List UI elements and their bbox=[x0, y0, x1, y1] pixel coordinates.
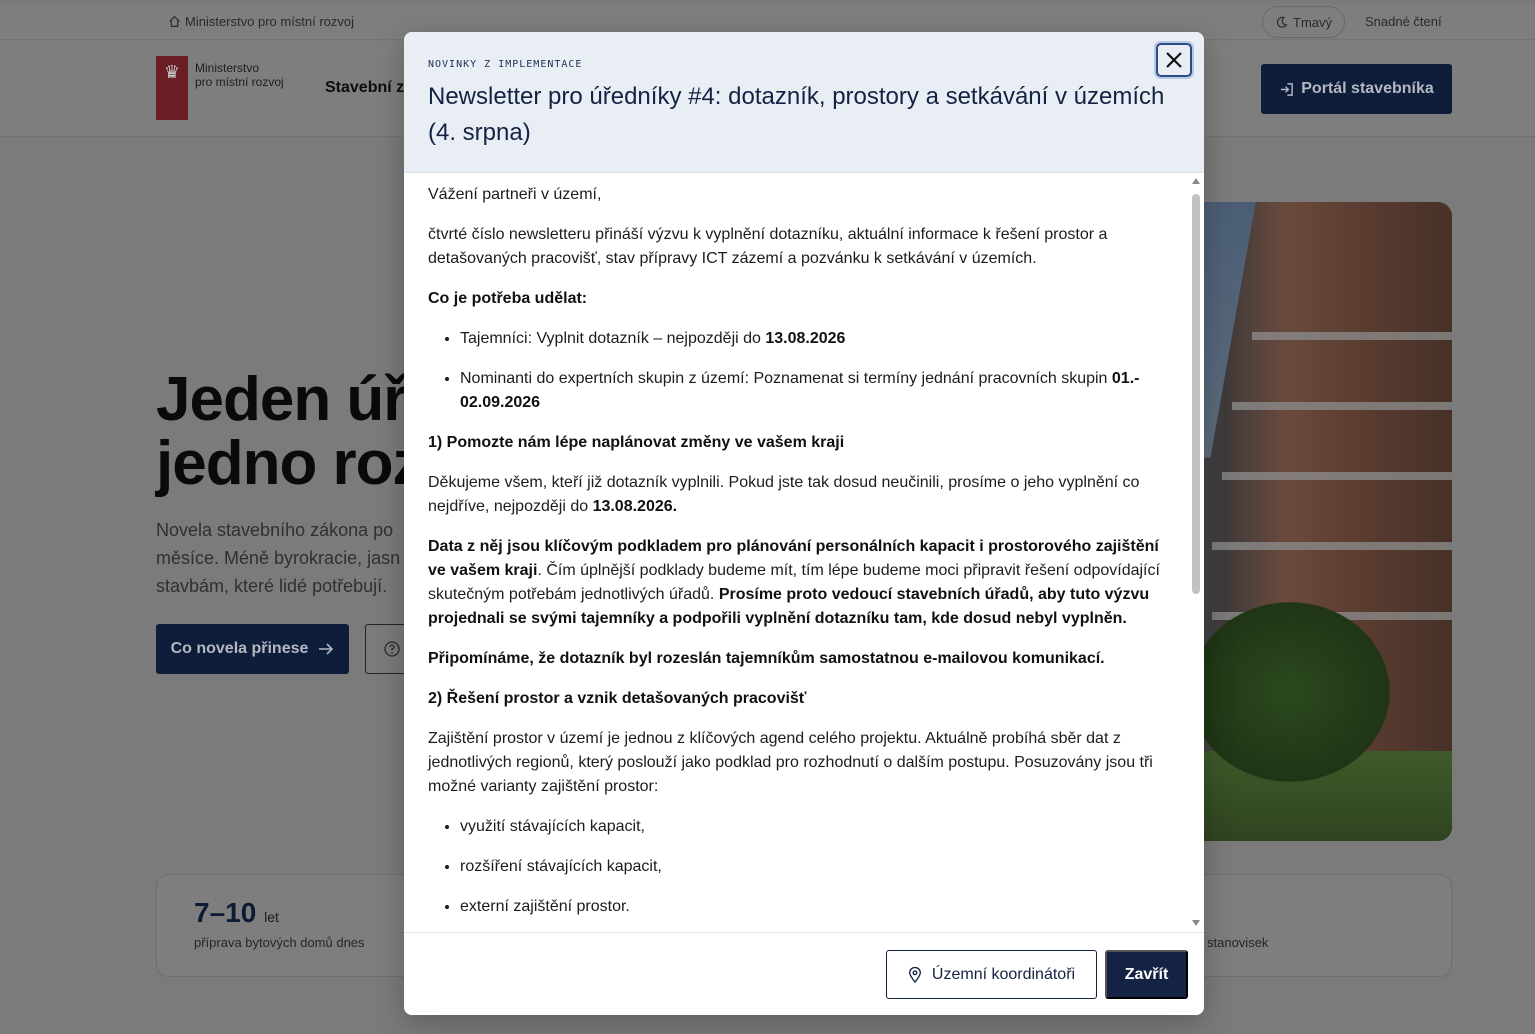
lion-emblem-icon: ♛ bbox=[163, 62, 181, 82]
section1-paragraph3: Připomínáme, že dotazník byl rozeslán ta… bbox=[428, 647, 1168, 671]
greeting: Vážení partneři v území, bbox=[428, 186, 602, 203]
todo2-text: Nominanti do expertních skupin z území: … bbox=[460, 370, 1112, 387]
modal-header: NOVINKY Z IMPLEMENTACE Newsletter pro úř… bbox=[404, 32, 1204, 173]
hero-cta-label: Co novela přinese bbox=[170, 640, 309, 657]
ministry-link-label: Ministerstvo pro místní rozvoj bbox=[185, 14, 355, 29]
moon-icon bbox=[1276, 16, 1288, 28]
section2-heading-text: 2) Řešení prostor a vznik detašovaných p… bbox=[428, 690, 807, 707]
intro-paragraph: čtvrté číslo newsletteru přináší výzvu k… bbox=[428, 226, 1108, 267]
newsletter-modal: NOVINKY Z IMPLEMENTACE Newsletter pro úř… bbox=[404, 32, 1204, 1015]
easy-read-link[interactable]: Snadné čtení bbox=[1365, 14, 1442, 29]
s1-p3-text: Připomínáme, že dotazník byl rozeslán ta… bbox=[428, 650, 1105, 667]
todo-list: Tajemníci: Vyplnit dotazník – nejpozději… bbox=[460, 327, 1168, 415]
section1-heading-text: 1) Pomozte nám lépe naplánovat změny ve … bbox=[428, 434, 845, 451]
newsletter-content: Vážení partneři v území, čtvrté číslo ne… bbox=[428, 183, 1168, 932]
photo-balcony bbox=[1232, 402, 1452, 410]
dark-mode-toggle[interactable]: Tmavý bbox=[1262, 6, 1345, 38]
portal-button-label: Portál stavebníka bbox=[1301, 80, 1434, 97]
photo-balcony bbox=[1222, 472, 1452, 480]
logo-line2: pro místní rozvoj bbox=[195, 75, 284, 89]
logo-text: Ministerstvo pro místní rozvoj bbox=[195, 61, 284, 89]
map-pin-icon bbox=[908, 966, 921, 983]
close-icon bbox=[1166, 52, 1182, 68]
section2-heading: 2) Řešení prostor a vznik detašovaných p… bbox=[428, 687, 1168, 711]
list-item: Tajemníci: Vyplnit dotazník – nejpozději… bbox=[460, 327, 1168, 351]
todo-heading: Co je potřeba udělat: bbox=[428, 287, 1168, 311]
modal-scrollbar[interactable] bbox=[1190, 176, 1202, 928]
stat-number: 7–10 bbox=[194, 897, 257, 928]
arrow-right-icon bbox=[319, 643, 334, 655]
modal-body[interactable]: Vážení partneři v území, čtvrté číslo ne… bbox=[404, 173, 1204, 932]
home-icon bbox=[169, 15, 180, 27]
stat-value: 7–10 let bbox=[194, 897, 279, 929]
photo-balcony bbox=[1252, 332, 1452, 340]
question-icon bbox=[384, 641, 400, 657]
portal-button[interactable]: Portál stavebníka bbox=[1261, 64, 1452, 114]
s1-p1-date: 13.08.2026. bbox=[592, 498, 678, 515]
todo1-text: Tajemníci: Vyplnit dotazník – nejpozději… bbox=[460, 330, 766, 347]
photo-tree bbox=[1190, 602, 1390, 782]
scroll-up-arrow-icon[interactable] bbox=[1192, 178, 1200, 184]
todo-heading-text: Co je potřeba udělat: bbox=[428, 290, 588, 307]
list-item: Nominanti do expertních skupin z území: … bbox=[460, 367, 1168, 415]
list-item: využití stávajících kapacit, bbox=[460, 815, 1168, 839]
coordinators-button[interactable]: Územní koordinátoři bbox=[886, 950, 1097, 999]
modal-footer: Územní koordinátoři Zavřít bbox=[404, 932, 1204, 1015]
todo1-date: 13.08.2026 bbox=[765, 330, 846, 347]
list-item: rozšíření stávajících kapacit, bbox=[460, 855, 1168, 879]
stat-label: příprava bytových domů dnes bbox=[194, 935, 365, 950]
stat-unit: let bbox=[264, 909, 279, 925]
modal-kicker: NOVINKY Z IMPLEMENTACE bbox=[428, 59, 583, 70]
hero-text: Novela stavebního zákona po měsíce. Méně… bbox=[156, 516, 406, 600]
section2-paragraph1: Zajištění prostor v území je jednou z kl… bbox=[428, 730, 1153, 795]
hero-text-line1: Novela stavebního zákona po bbox=[156, 520, 394, 540]
modal-close-button[interactable] bbox=[1156, 43, 1192, 77]
modal-title: Newsletter pro úředníky #4: dotazník, pr… bbox=[428, 83, 1165, 146]
coordinators-button-label: Územní koordinátoři bbox=[931, 965, 1076, 983]
s1-p1-text: Děkujeme všem, kteří již dotazník vyplni… bbox=[428, 474, 1140, 515]
scroll-thumb[interactable] bbox=[1192, 194, 1200, 594]
section1-paragraph2: Data z něj jsou klíčovým podkladem pro p… bbox=[428, 535, 1168, 631]
hero-text-line2: měsíce. Méně byrokracie, jasn bbox=[156, 548, 401, 568]
login-icon bbox=[1281, 82, 1294, 96]
stat-label-right: stanovisek bbox=[1207, 935, 1269, 950]
logo-line1: Ministerstvo bbox=[195, 61, 260, 75]
ministry-home-link[interactable]: Ministerstvo pro místní rozvoj bbox=[168, 14, 354, 29]
hero-cta-button[interactable]: Co novela přinese bbox=[156, 624, 349, 674]
photo-balcony bbox=[1212, 542, 1452, 550]
nav-title-link[interactable]: Stavební z bbox=[325, 79, 404, 97]
section1-paragraph1: Děkujeme všem, kteří již dotazník vyplni… bbox=[428, 471, 1168, 519]
space-options-list: využití stávajících kapacit, rozšíření s… bbox=[460, 815, 1168, 919]
hero-text-line3: stavbám, které lidé potřebují. bbox=[156, 576, 388, 596]
list-item: externí zajištění prostor. bbox=[460, 895, 1168, 919]
dark-mode-label: Tmavý bbox=[1293, 14, 1332, 30]
ministry-logo[interactable]: ♛ bbox=[156, 56, 188, 120]
scroll-down-arrow-icon[interactable] bbox=[1192, 920, 1200, 926]
close-button[interactable]: Zavřít bbox=[1105, 950, 1188, 999]
section1-heading: 1) Pomozte nám lépe naplánovat změny ve … bbox=[428, 431, 1168, 455]
